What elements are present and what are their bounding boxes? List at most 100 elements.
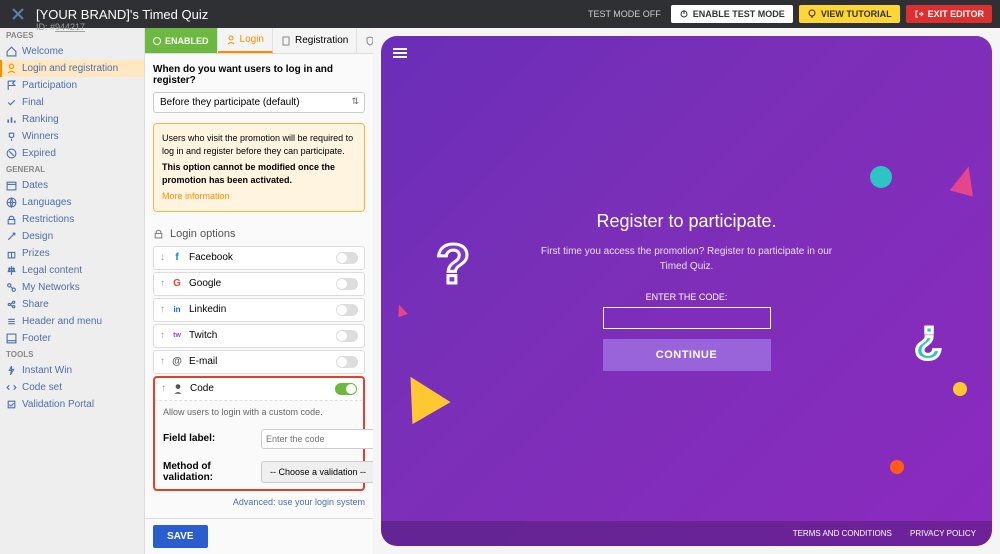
promo-id-link[interactable]: 944217 bbox=[55, 22, 85, 32]
preview-subtext: First time you access the promotion? Reg… bbox=[537, 244, 837, 274]
close-icon[interactable] bbox=[8, 4, 28, 24]
sidebar-item-networks[interactable]: My Networks bbox=[0, 279, 144, 296]
terms-link[interactable]: TERMS AND CONDITIONS bbox=[793, 529, 892, 538]
decorative-circle bbox=[953, 382, 967, 396]
login-option-twitch: ↑twTwitch bbox=[153, 324, 365, 348]
sidebar-item-participation[interactable]: Participation bbox=[0, 77, 144, 94]
code-icon bbox=[6, 382, 17, 393]
globe-icon bbox=[6, 197, 17, 208]
code-description: Allow users to login with a custom code. bbox=[155, 401, 363, 423]
network-icon bbox=[6, 282, 17, 293]
tab-registration[interactable]: Registration bbox=[273, 28, 357, 53]
field-label-input[interactable] bbox=[261, 429, 373, 449]
sidebar: PAGES Welcome Login and registration Par… bbox=[0, 28, 145, 554]
test-mode-status: TEST MODE OFF bbox=[588, 9, 661, 19]
sidebar-item-footer[interactable]: Footer bbox=[0, 330, 144, 347]
drag-handle-icon[interactable]: ↓ bbox=[160, 252, 165, 263]
google-icon: G bbox=[171, 278, 183, 290]
tab-security[interactable]: Security options bbox=[357, 28, 373, 53]
linkedin-icon: in bbox=[171, 304, 183, 316]
validation-method-label: Method of validation: bbox=[163, 461, 253, 483]
question-mark-icon: ? bbox=[436, 231, 470, 296]
lightbulb-icon bbox=[807, 9, 817, 19]
flag-icon bbox=[6, 80, 17, 91]
decorative-triangle bbox=[950, 163, 980, 196]
drag-handle-icon[interactable]: ↑ bbox=[160, 356, 165, 367]
sidebar-item-restrictions[interactable]: Restrictions bbox=[0, 211, 144, 228]
save-button[interactable]: SAVE bbox=[153, 525, 208, 548]
login-options-header: Login options bbox=[153, 222, 365, 246]
validation-icon bbox=[6, 399, 17, 410]
sidebar-section-general: GENERAL bbox=[0, 162, 144, 177]
login-option-linkedin: ↑inLinkedin bbox=[153, 298, 365, 322]
sidebar-item-validation[interactable]: Validation Portal bbox=[0, 396, 144, 413]
advanced-login-link[interactable]: Advanced: use your login system bbox=[153, 497, 365, 507]
tab-login[interactable]: Login bbox=[218, 28, 273, 53]
preview-canvas: ? ? Register to participate. First time … bbox=[381, 36, 992, 546]
sidebar-item-design[interactable]: Design bbox=[0, 228, 144, 245]
twitch-toggle[interactable] bbox=[336, 330, 358, 342]
decorative-circle bbox=[890, 460, 904, 474]
drag-handle-icon[interactable]: ↑ bbox=[160, 278, 165, 289]
footer-icon bbox=[6, 333, 17, 344]
continue-button[interactable]: CONTINUE bbox=[603, 339, 771, 371]
exit-editor-button[interactable]: EXIT EDITOR bbox=[906, 5, 992, 23]
privacy-link[interactable]: PRIVACY POLICY bbox=[910, 529, 976, 538]
preview-code-input[interactable] bbox=[603, 307, 771, 329]
sidebar-item-expired[interactable]: Expired bbox=[0, 145, 144, 162]
calendar-icon bbox=[6, 180, 17, 191]
bolt-icon bbox=[6, 365, 17, 376]
decorative-triangle bbox=[394, 303, 408, 318]
sidebar-item-ranking[interactable]: Ranking bbox=[0, 111, 144, 128]
config-panel: ENABLED Login Registration Security opti… bbox=[145, 28, 373, 554]
sidebar-item-prizes[interactable]: Prizes bbox=[0, 245, 144, 262]
menu-icon bbox=[6, 316, 17, 327]
when-login-select[interactable]: Before they participate (default) bbox=[153, 92, 365, 113]
check-icon bbox=[6, 97, 17, 108]
google-toggle[interactable] bbox=[336, 278, 358, 290]
ranking-icon bbox=[6, 114, 17, 125]
sidebar-item-login-registration[interactable]: Login and registration bbox=[0, 60, 144, 77]
validation-method-select[interactable]: -- Choose a validation -- bbox=[261, 461, 373, 483]
sidebar-item-instantwin[interactable]: Instant Win bbox=[0, 362, 144, 379]
login-option-email: ↑@E-mail bbox=[153, 350, 365, 374]
sidebar-item-header-menu[interactable]: Header and menu bbox=[0, 313, 144, 330]
sidebar-item-dates[interactable]: Dates bbox=[0, 177, 144, 194]
sidebar-item-final[interactable]: Final bbox=[0, 94, 144, 111]
form-icon bbox=[281, 36, 291, 46]
share-icon bbox=[6, 299, 17, 310]
legal-icon bbox=[6, 265, 17, 276]
decorative-triangle bbox=[391, 366, 450, 424]
sidebar-item-share[interactable]: Share bbox=[0, 296, 144, 313]
field-label-label: Field label: bbox=[163, 433, 253, 444]
view-tutorial-button[interactable]: VIEW TUTORIAL bbox=[799, 5, 900, 23]
decorative-circle bbox=[870, 166, 892, 188]
preview-panel: ? ? Register to participate. First time … bbox=[373, 28, 1000, 554]
sidebar-item-languages[interactable]: Languages bbox=[0, 194, 144, 211]
top-bar: [YOUR BRAND]'s Timed Quiz ID: #944217 TE… bbox=[0, 0, 1000, 28]
preview-footer: TERMS AND CONDITIONS PRIVACY POLICY bbox=[381, 521, 992, 546]
enable-test-mode-button[interactable]: ENABLE TEST MODE bbox=[671, 5, 793, 23]
drag-handle-icon[interactable]: ↑ bbox=[161, 383, 166, 394]
drag-handle-icon[interactable]: ↑ bbox=[160, 304, 165, 315]
preview-heading: Register to participate. bbox=[596, 211, 776, 232]
drag-handle-icon[interactable]: ↑ bbox=[160, 330, 165, 341]
info-callout: Users who visit the promotion will be re… bbox=[153, 123, 365, 212]
facebook-toggle[interactable] bbox=[336, 252, 358, 264]
linkedin-toggle[interactable] bbox=[336, 304, 358, 316]
sidebar-item-welcome[interactable]: Welcome bbox=[0, 43, 144, 60]
sidebar-item-winners[interactable]: Winners bbox=[0, 128, 144, 145]
login-option-google: ↑GGoogle bbox=[153, 272, 365, 296]
email-toggle[interactable] bbox=[336, 356, 358, 368]
more-info-link[interactable]: More information bbox=[162, 190, 230, 203]
person-icon bbox=[172, 383, 184, 395]
sidebar-item-legal[interactable]: Legal content bbox=[0, 262, 144, 279]
promo-id: ID: #944217 bbox=[36, 22, 85, 32]
exit-icon bbox=[914, 9, 924, 19]
lock-icon bbox=[6, 214, 17, 225]
tab-enabled[interactable]: ENABLED bbox=[145, 28, 218, 53]
sidebar-item-codeset[interactable]: Code set bbox=[0, 379, 144, 396]
code-toggle[interactable] bbox=[335, 383, 357, 395]
user-icon bbox=[6, 63, 17, 74]
hamburger-icon[interactable] bbox=[393, 46, 407, 60]
